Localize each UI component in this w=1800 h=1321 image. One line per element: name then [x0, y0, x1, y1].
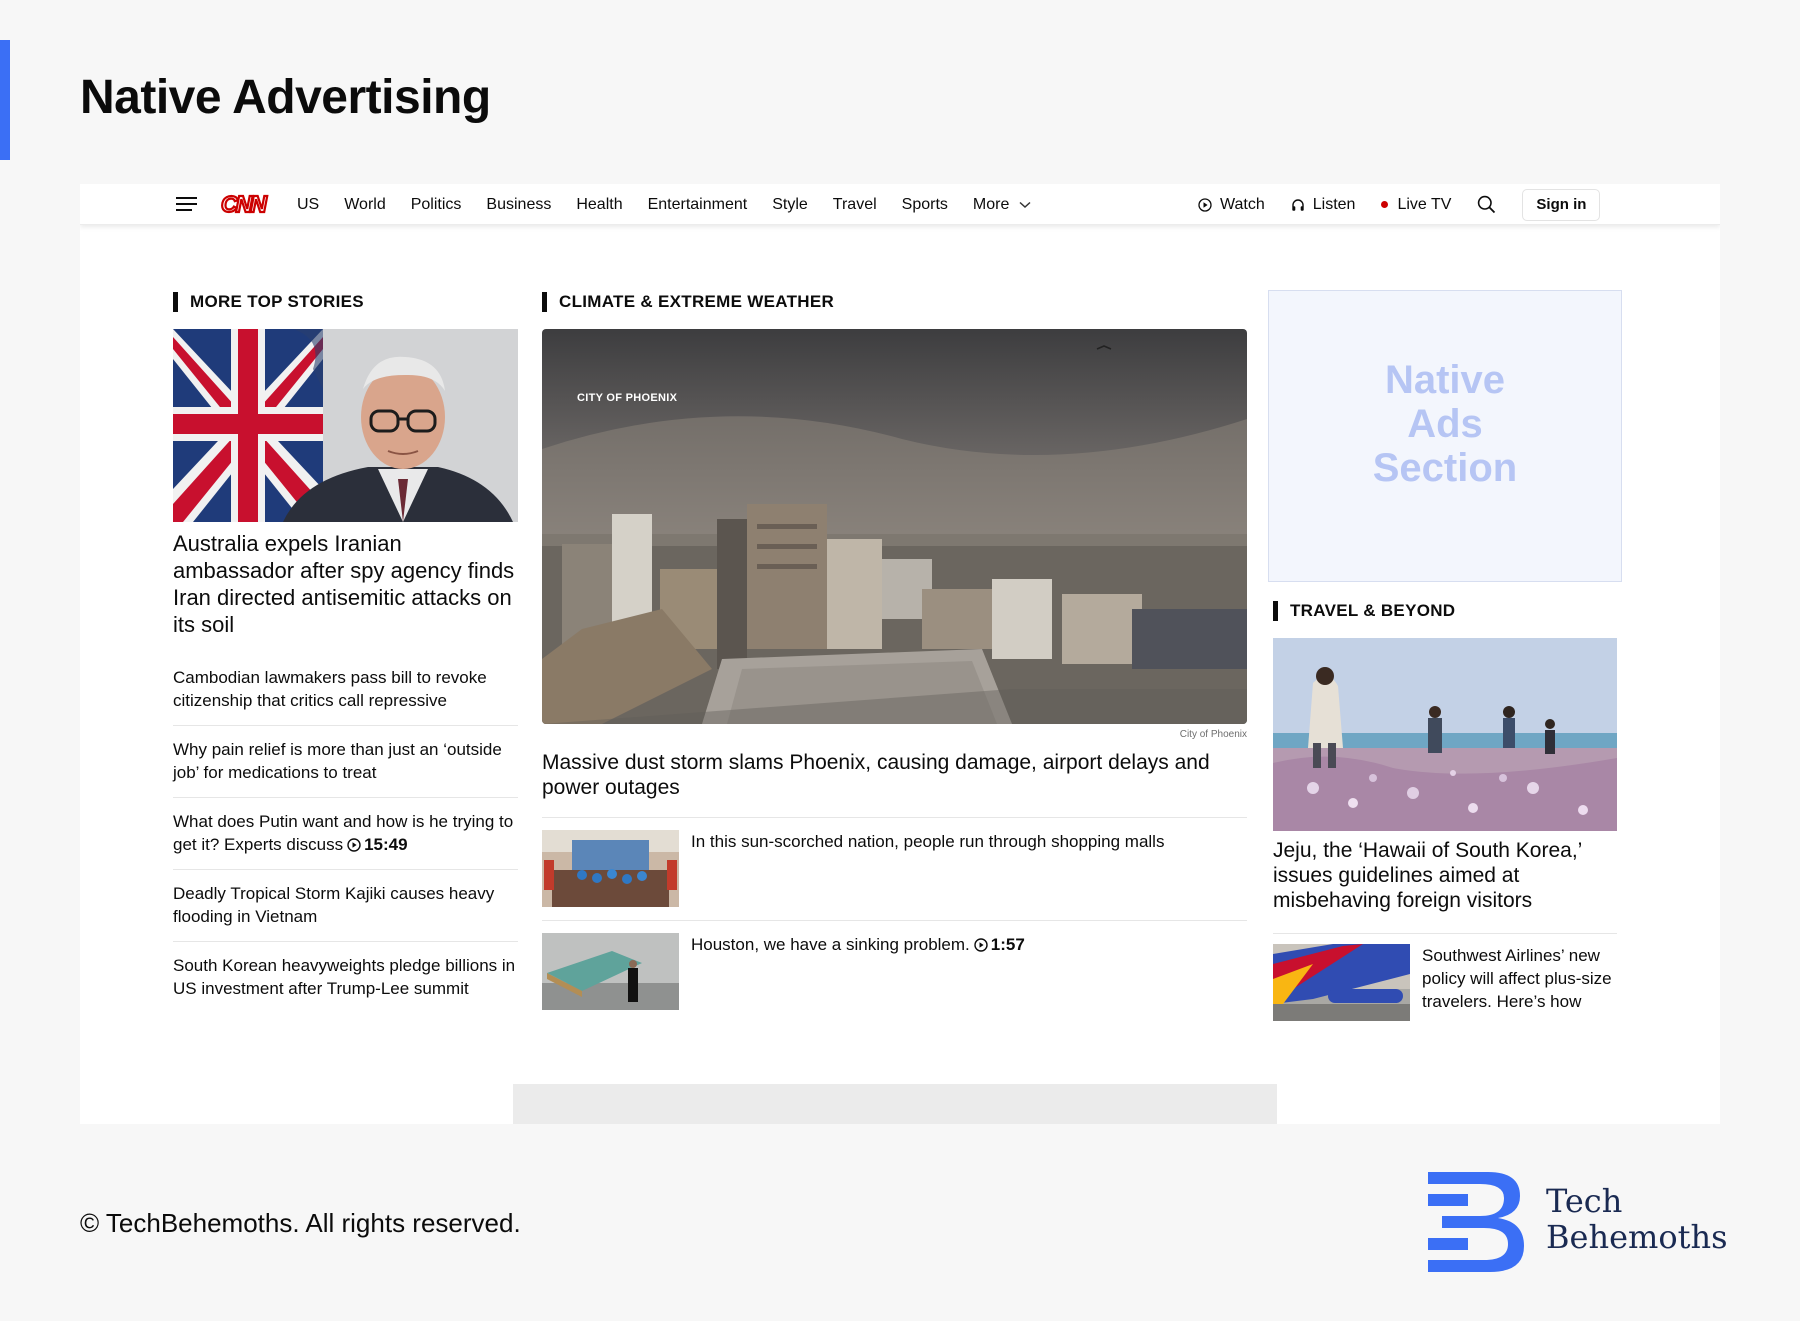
live-tv-link[interactable]: Live TV: [1381, 196, 1451, 214]
list-item[interactable]: What does Putin want and how is he tryin…: [173, 797, 518, 869]
list-item[interactable]: Why pain relief is more than just an ‘ou…: [173, 725, 518, 797]
svg-text:CNN: CNN: [221, 191, 267, 217]
story-headline-with-duration: Houston, we have a sinking problem. 1:57: [691, 933, 1025, 1023]
page-title: Native Advertising: [80, 71, 491, 124]
watch-label: Watch: [1220, 195, 1265, 213]
brand-line-2: Behemoths: [1546, 1218, 1728, 1256]
section-header-climate: CLIMATE & EXTREME WEATHER: [542, 292, 834, 312]
listen-label: Listen: [1312, 195, 1356, 213]
story-headline: Southwest Airlines’ new policy will affe…: [1422, 946, 1612, 1011]
native-ads-label: Native Ads Section: [1373, 358, 1517, 490]
play-circle-icon: [974, 938, 988, 952]
techbehemoths-logo-icon[interactable]: [1428, 1172, 1524, 1272]
nav-link-business[interactable]: Business: [486, 196, 551, 214]
play-circle-icon: [1198, 197, 1212, 212]
travel-lead-headline[interactable]: Jeju, the ‘Hawaii of South Korea,’ issue…: [1273, 838, 1617, 913]
list-item[interactable]: South Korean heavyweights pledge billion…: [173, 941, 518, 1013]
lead-story-headline[interactable]: Australia expels Iranian ambassador afte…: [173, 530, 518, 638]
ad-line-3: Section: [1372, 446, 1518, 490]
list-item[interactable]: Deadly Tropical Storm Kajiki causes heav…: [173, 869, 518, 941]
search-button[interactable]: [1477, 195, 1496, 214]
live-dot-icon: [1381, 201, 1389, 208]
lead-story-image[interactable]: [173, 329, 518, 522]
video-duration: 15:49: [343, 835, 408, 854]
section-header-travel: TRAVEL & BEYOND: [1273, 601, 1455, 621]
list-item[interactable]: Cambodian lawmakers pass bill to revoke …: [173, 646, 518, 725]
nav-links: US World Politics Business Health Entert…: [297, 184, 1031, 225]
sign-in-button[interactable]: Sign in: [1522, 188, 1601, 221]
nav-link-us[interactable]: US: [297, 196, 319, 214]
nav-link-style[interactable]: Style: [772, 196, 808, 214]
duration-text: 1:57: [990, 935, 1025, 954]
hamburger-menu-icon[interactable]: [176, 196, 197, 212]
mall-run-thumbnail: [542, 830, 679, 907]
live-tv-label: Live TV: [1397, 195, 1452, 213]
portrait-photo: [173, 329, 518, 522]
nav-link-world[interactable]: World: [344, 196, 386, 214]
climate-list: In this sun-scorched nation, people run …: [542, 817, 1247, 1023]
nav-link-entertainment[interactable]: Entertainment: [648, 196, 748, 214]
nav-more-label: More: [972, 195, 1010, 213]
story-headline: Why pain relief is more than just an ‘ou…: [173, 740, 502, 782]
ad-banner-placeholder: [513, 1084, 1277, 1124]
southwest-plane-thumbnail: [1273, 944, 1410, 1021]
brand-line-1: Tech: [1546, 1182, 1623, 1220]
top-nav: CNN US World Politics Business Health En…: [80, 184, 1720, 225]
travel-lead-image[interactable]: [1273, 638, 1617, 831]
list-item[interactable]: In this sun-scorched nation, people run …: [542, 817, 1247, 920]
list-item[interactable]: Southwest Airlines’ new policy will affe…: [1273, 933, 1617, 1021]
story-headline: Houston, we have a sinking problem.: [691, 935, 970, 954]
ad-line-1: Native: [1384, 358, 1506, 402]
story-headline: South Korean heavyweights pledge billion…: [173, 956, 516, 998]
chevron-down-icon: [1019, 201, 1031, 208]
section-header-top-stories: MORE TOP STORIES: [173, 292, 364, 312]
nav-right-actions: Watch Listen Live TV Sign in: [1198, 184, 1601, 225]
website-screenshot-frame: CNN US World Politics Business Health En…: [80, 184, 1720, 1124]
duration-text: 15:49: [364, 835, 408, 854]
nav-link-sports[interactable]: Sports: [902, 196, 948, 214]
story-headline: Cambodian lawmakers pass bill to revoke …: [173, 668, 487, 710]
listen-link[interactable]: Listen: [1291, 195, 1356, 214]
native-ads-placeholder[interactable]: Native Ads Section: [1268, 290, 1622, 582]
dust-storm-photo: [542, 329, 1247, 724]
nav-more-dropdown[interactable]: More: [973, 196, 1031, 214]
search-icon: [1478, 195, 1496, 214]
list-item[interactable]: Houston, we have a sinking problem. 1:57: [542, 920, 1247, 1023]
hero-video-image[interactable]: CITY OF PHOENIX: [542, 329, 1247, 724]
story-headline: In this sun-scorched nation, people run …: [691, 832, 1165, 851]
nav-link-travel[interactable]: Travel: [833, 196, 877, 214]
hero-photo-credit: City of Phoenix: [1179, 729, 1247, 740]
accent-bar: [0, 40, 10, 160]
watch-link[interactable]: Watch: [1198, 196, 1265, 214]
ad-line-2: Ads: [1407, 402, 1483, 446]
houston-thumbnail: [542, 933, 679, 1010]
cnn-logo-icon[interactable]: CNN: [220, 191, 272, 217]
nav-link-politics[interactable]: Politics: [411, 196, 462, 214]
jeju-coast-photo: [1273, 638, 1617, 831]
hero-image-label: CITY OF PHOENIX: [577, 392, 678, 404]
play-circle-icon: [347, 838, 361, 852]
hero-headline[interactable]: Massive dust storm slams Phoenix, causin…: [542, 750, 1247, 800]
brand-wordmark: Tech Behemoths: [1546, 1183, 1728, 1255]
copyright-text: © TechBehemoths. All rights reserved.: [80, 1208, 521, 1238]
story-headline: Deadly Tropical Storm Kajiki causes heav…: [173, 884, 495, 926]
nav-link-health[interactable]: Health: [576, 196, 622, 214]
video-duration: 1:57: [970, 935, 1025, 954]
top-stories-list: Cambodian lawmakers pass bill to revoke …: [173, 646, 518, 1013]
headphones-icon: [1292, 198, 1304, 211]
